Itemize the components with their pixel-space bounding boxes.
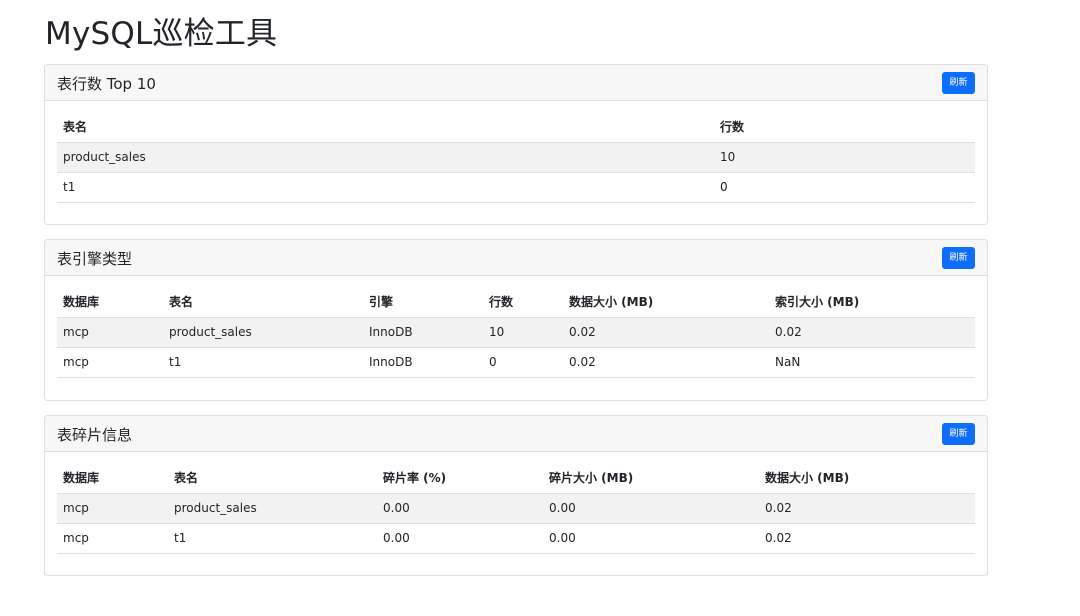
table-cell: 0.00 — [543, 492, 759, 523]
top10-table: 表名 行数 product_sales 10 t1 0 — [57, 112, 975, 203]
table-cell: 0.02 — [759, 522, 975, 554]
table-cell: mcp — [57, 346, 163, 378]
column-header: 表名 — [169, 295, 194, 310]
table-cell: t1 — [168, 522, 377, 554]
table-row: product_sales 10 — [57, 141, 975, 172]
table-cell: t1 — [57, 171, 714, 203]
column-header: 碎片大小 (MB) — [549, 471, 634, 486]
card-title: 表行数 Top 10 — [57, 75, 156, 93]
table-header-row: 数据库 表名 引擎 行数 数据大小 (MB) 索引大小 (MB) — [57, 287, 975, 317]
table-cell: 10 — [483, 316, 563, 347]
column-header: 数据库 — [63, 295, 100, 310]
table-cell: mcp — [57, 522, 168, 554]
table-cell: mcp — [57, 316, 163, 347]
table-header-row: 数据库 表名 碎片率 (%) 碎片大小 (MB) 数据大小 (MB) — [57, 463, 975, 493]
card-table-fragment: 表碎片信息 刷新 数据库 表名 碎片率 (%) 碎片大小 (MB) 数据大小 (… — [44, 415, 988, 576]
table-cell: NaN — [769, 346, 975, 378]
card-header: 表引擎类型 刷新 — [45, 240, 987, 276]
fragment-table: 数据库 表名 碎片率 (%) 碎片大小 (MB) 数据大小 (MB) mcp p… — [57, 463, 975, 554]
table-cell: t1 — [163, 346, 363, 378]
table-cell: 0.00 — [543, 522, 759, 554]
table-cell: 0.02 — [759, 492, 975, 523]
engine-table: 数据库 表名 引擎 行数 数据大小 (MB) 索引大小 (MB) mcp pro… — [57, 287, 975, 378]
table-row: t1 0 — [57, 171, 975, 203]
table-cell: 0 — [483, 346, 563, 378]
table-cell: 0.00 — [377, 522, 543, 554]
table-cell: 0.02 — [563, 346, 769, 378]
refresh-button-fragment[interactable]: 刷新 — [942, 423, 975, 445]
card-header: 表行数 Top 10 刷新 — [45, 65, 987, 101]
refresh-button-top10[interactable]: 刷新 — [942, 72, 975, 94]
column-header: 数据大小 (MB) — [569, 295, 654, 310]
card-title: 表碎片信息 — [57, 426, 133, 444]
column-header: 碎片率 (%) — [383, 471, 447, 486]
column-header: 表名 — [63, 120, 88, 135]
table-cell: mcp — [57, 492, 168, 523]
table-cell: InnoDB — [363, 316, 483, 347]
table-cell: 0.02 — [563, 316, 769, 347]
table-cell: product_sales — [168, 492, 377, 523]
card-header: 表碎片信息 刷新 — [45, 416, 987, 452]
table-row: mcp product_sales 0.00 0.00 0.02 — [57, 492, 975, 523]
column-header: 引擎 — [369, 295, 394, 310]
page-title: MySQL巡检工具 — [45, 16, 278, 52]
page: MySQL巡检工具 表行数 Top 10 刷新 表名 行数 product_sa… — [0, 0, 1080, 616]
column-header: 行数 — [720, 120, 745, 135]
table-header-row: 表名 行数 — [57, 112, 975, 142]
table-row: mcp product_sales InnoDB 10 0.02 0.02 — [57, 316, 975, 347]
column-header: 数据大小 (MB) — [765, 471, 850, 486]
table-row: mcp t1 0.00 0.00 0.02 — [57, 522, 975, 554]
card-table-rows-top10: 表行数 Top 10 刷新 表名 行数 product_sales 10 t1 … — [44, 64, 988, 225]
table-cell: 0 — [714, 171, 975, 203]
table-row: mcp t1 InnoDB 0 0.02 NaN — [57, 346, 975, 378]
table-cell: 0.00 — [377, 492, 543, 523]
column-header: 数据库 — [63, 471, 100, 486]
table-cell: product_sales — [57, 141, 714, 172]
table-cell: product_sales — [163, 316, 363, 347]
table-cell: 0.02 — [769, 316, 975, 347]
table-cell: 10 — [714, 141, 975, 172]
card-table-engine: 表引擎类型 刷新 数据库 表名 引擎 行数 数据大小 (MB) 索引大小 (MB… — [44, 239, 988, 401]
column-header: 行数 — [489, 295, 514, 310]
column-header: 表名 — [174, 471, 199, 486]
card-title: 表引擎类型 — [57, 250, 133, 268]
table-cell: InnoDB — [363, 346, 483, 378]
refresh-button-engine[interactable]: 刷新 — [942, 247, 975, 269]
column-header: 索引大小 (MB) — [775, 295, 860, 310]
